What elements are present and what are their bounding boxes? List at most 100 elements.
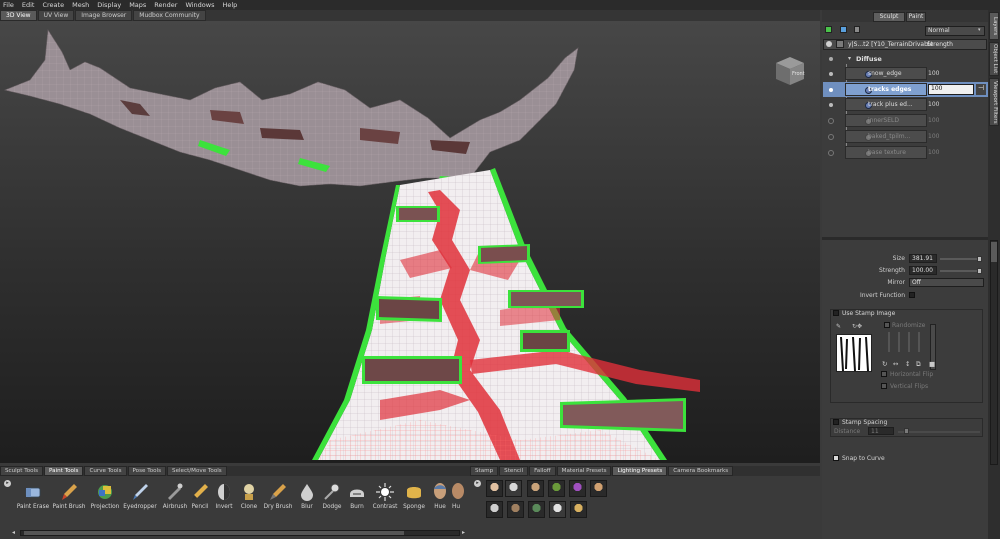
layer-row[interactable]: snow_edge <box>845 67 927 80</box>
distance-slider[interactable] <box>898 431 980 433</box>
scroll-left-icon[interactable]: ◂ <box>12 529 15 536</box>
menu-windows[interactable]: Windows <box>185 1 214 9</box>
layer-strength-value[interactable]: 100 <box>928 70 939 77</box>
rotate-stamp-icon[interactable]: ↻ <box>882 360 887 368</box>
size-input[interactable]: 381.91 <box>909 254 937 263</box>
layer-visibility-icon[interactable] <box>829 88 833 92</box>
tab-3d-view[interactable]: 3D View <box>0 10 37 21</box>
scroll-right-icon[interactable]: ▸ <box>462 529 465 536</box>
preset-menu-icon[interactable]: ▸ <box>474 480 481 487</box>
strength-slider-handle[interactable] <box>977 268 982 274</box>
new-layer-icon[interactable] <box>825 26 832 33</box>
tab-uv-view[interactable]: UV View <box>37 10 75 21</box>
tab-material-presets[interactable]: Material Presets <box>556 466 612 476</box>
tab-falloff[interactable]: Falloff <box>529 466 556 476</box>
use-stamp-image-checkbox[interactable] <box>833 310 839 316</box>
light-preset-thumb[interactable] <box>486 501 503 518</box>
menu-render[interactable]: Render <box>154 1 177 9</box>
layer-row-selected[interactable]: tracks edges <box>845 83 927 96</box>
randomize-checkbox[interactable] <box>884 322 890 328</box>
tab-lighting-presets[interactable]: Lighting Presets <box>612 466 668 476</box>
layer-visibility-icon[interactable] <box>828 118 834 124</box>
tab-camera-bookmarks[interactable]: Camera Bookmarks <box>668 466 734 476</box>
layer-row[interactable]: base texture <box>845 146 927 159</box>
size-slider-handle[interactable] <box>977 256 982 262</box>
tab-curve-tools[interactable]: Curve Tools <box>84 466 127 476</box>
menu-file[interactable]: File <box>3 1 14 9</box>
edit-stamp-icon[interactable]: ⧉ <box>916 360 921 369</box>
light-preset-thumb[interactable] <box>548 480 565 497</box>
randomize-slider-1[interactable] <box>888 332 890 352</box>
light-preset-thumb[interactable] <box>486 480 503 497</box>
rotate-icon[interactable]: ↻✥ <box>852 323 862 330</box>
light-preset-thumb[interactable] <box>570 501 587 518</box>
layer-strength-value[interactable]: 100 <box>928 133 939 140</box>
layer-row[interactable]: innerSELD <box>845 114 927 127</box>
randomize-slider-2[interactable] <box>898 332 900 352</box>
blend-mode-select[interactable]: Normal <box>925 26 985 36</box>
stamp-image-preview[interactable] <box>836 334 872 372</box>
group-visibility-icon[interactable] <box>829 57 833 61</box>
tab-paint-tools[interactable]: Paint Tools <box>44 466 84 476</box>
invert-function-checkbox[interactable] <box>909 292 915 298</box>
layer-strength-value[interactable]: 100 <box>928 101 939 108</box>
layer-visibility-icon[interactable] <box>828 134 834 140</box>
expand-arrow-icon[interactable]: ▾ <box>848 55 851 62</box>
properties-scrollbar-thumb[interactable] <box>991 242 997 262</box>
randomize-slider-3[interactable] <box>908 332 910 352</box>
side-tab-layers[interactable]: Layers <box>989 12 999 40</box>
side-tab-object-list[interactable]: Object List <box>989 42 999 76</box>
strength-slider[interactable] <box>940 270 982 272</box>
layer-visibility-icon[interactable] <box>829 72 833 76</box>
stamp-spacing-checkbox[interactable] <box>833 419 839 425</box>
mirror-select[interactable]: Off <box>909 278 984 287</box>
tab-stamp[interactable]: Stamp <box>470 466 499 476</box>
horizontal-flip-checkbox[interactable] <box>881 371 887 377</box>
3d-viewport[interactable]: Front <box>0 21 820 463</box>
menu-help[interactable]: Help <box>222 1 237 9</box>
layer-row[interactable]: baked_tpilm... <box>845 130 927 143</box>
layer-visibility-icon[interactable] <box>829 103 833 107</box>
viewcube[interactable]: Front <box>770 51 810 91</box>
layer-strength-value[interactable]: 100 <box>928 149 939 156</box>
layer-row[interactable]: track plus ed... <box>845 98 927 111</box>
stamp-brush-icon[interactable]: ✎ <box>836 323 841 330</box>
tab-sculpt-tools[interactable]: Sculpt Tools <box>0 466 44 476</box>
strength-input[interactable]: 100.00 <box>909 266 937 275</box>
tab-stencil[interactable]: Stencil <box>499 466 529 476</box>
tab-select-move-tools[interactable]: Select/Move Tools <box>167 466 227 476</box>
tool-eyedropper[interactable]: Eyedropper <box>121 480 159 516</box>
menu-maps[interactable]: Maps <box>129 1 146 9</box>
strength-slider-icon[interactable]: ⊣ <box>976 84 986 95</box>
light-preset-thumb[interactable] <box>527 480 544 497</box>
snap-to-curve-checkbox[interactable] <box>833 455 839 461</box>
tab-pose-tools[interactable]: Pose Tools <box>127 466 167 476</box>
light-preset-thumb[interactable] <box>590 480 607 497</box>
tool-projection[interactable]: Projection <box>86 480 124 516</box>
light-preset-thumb[interactable] <box>528 501 545 518</box>
flip-vertical-icon[interactable]: ↕ <box>905 360 910 368</box>
visibility-eye-icon[interactable] <box>826 41 832 47</box>
layer-strength-value[interactable]: 100 <box>928 117 939 124</box>
side-tab-viewport-filters[interactable]: Viewport Filters <box>989 78 999 126</box>
menu-mesh[interactable]: Mesh <box>72 1 89 9</box>
tool-paint-brush[interactable]: Paint Brush <box>50 480 88 516</box>
menu-create[interactable]: Create <box>42 1 64 9</box>
menu-edit[interactable]: Edit <box>22 1 35 9</box>
properties-scrollbar[interactable] <box>990 240 998 465</box>
delete-layer-icon[interactable] <box>854 26 860 33</box>
distance-input[interactable]: 11 <box>868 427 894 435</box>
distance-slider-handle[interactable] <box>904 428 909 434</box>
flip-horizontal-icon[interactable]: ↔ <box>893 360 898 368</box>
randomize-slider-4[interactable] <box>918 332 920 352</box>
light-preset-thumb[interactable] <box>569 480 586 497</box>
tray-menu-icon[interactable]: ▸ <box>4 480 11 487</box>
layer-strength-input[interactable]: 100 <box>928 84 974 95</box>
panel-divider[interactable] <box>822 237 988 240</box>
tools-scrollbar-thumb[interactable] <box>24 531 404 535</box>
tab-image-browser[interactable]: Image Browser <box>75 10 133 21</box>
light-preset-thumb[interactable] <box>505 480 522 497</box>
layer-visibility-icon[interactable] <box>828 150 834 156</box>
menu-display[interactable]: Display <box>97 1 121 9</box>
stop-icon[interactable]: ■ <box>929 360 935 368</box>
